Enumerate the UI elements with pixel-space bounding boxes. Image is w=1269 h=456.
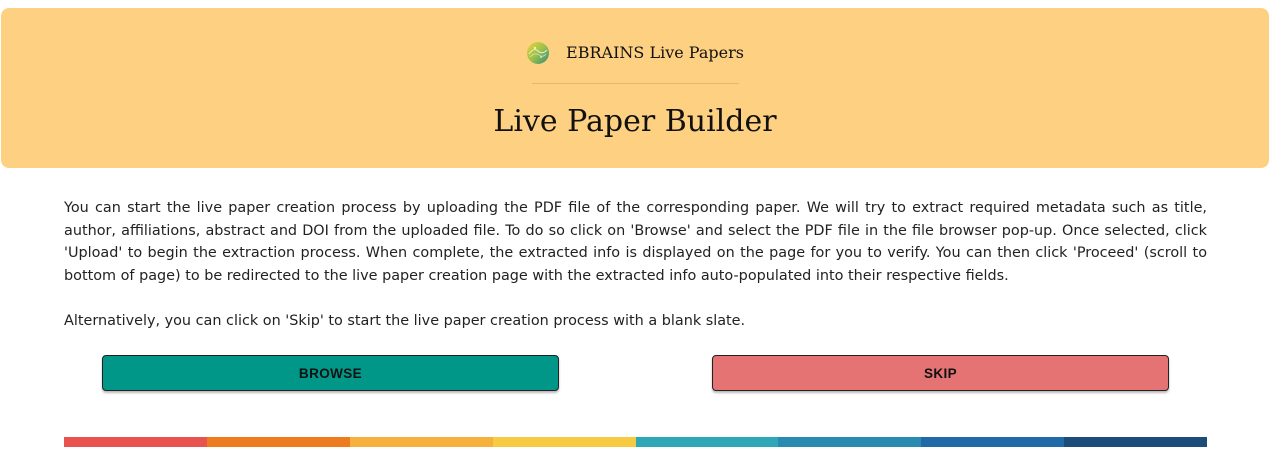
color-stripe-bar [64,437,1207,447]
header-banner: EBRAINS Live Papers Live Paper Builder [1,8,1269,168]
intro-text: You can start the live paper creation pr… [64,197,1207,332]
color-stripe-segment [921,437,1065,447]
intro-paragraph: You can start the live paper creation pr… [64,200,1207,284]
color-stripe-segment [64,437,207,447]
color-stripe-segment [635,437,779,447]
brand-name[interactable]: EBRAINS Live Papers [566,37,744,69]
color-stripe-segment [206,437,350,447]
color-stripe-segment [349,437,493,447]
skip-button[interactable]: SKIP [712,355,1169,391]
color-stripe-segment [778,437,922,447]
page-title: Live Paper Builder [493,104,777,139]
header-divider [532,83,739,84]
skip-hint-paragraph: Alternatively, you can click on 'Skip' t… [64,312,746,329]
color-stripe-segment [492,437,636,447]
ebrains-logo-icon [527,42,550,64]
browse-button[interactable]: BROWSE [102,355,559,391]
brand[interactable]: EBRAINS Live Papers [1,37,1269,69]
color-stripe-segment [1064,437,1207,447]
